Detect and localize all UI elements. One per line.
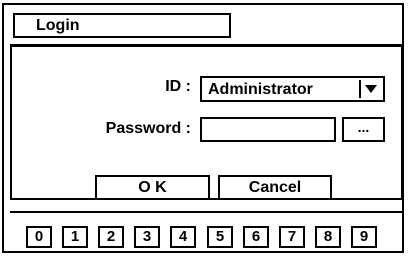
key-5[interactable]: 5 — [207, 226, 233, 248]
key-9[interactable]: 9 — [351, 226, 377, 248]
id-select-value: Administrator — [208, 81, 313, 98]
id-select[interactable]: Administrator — [200, 76, 385, 102]
key-1[interactable]: 1 — [62, 226, 88, 248]
key-4[interactable]: 4 — [170, 226, 196, 248]
cancel-button[interactable]: Cancel — [218, 175, 332, 200]
dialog-title: Login — [13, 13, 231, 38]
password-label: Password : — [105, 120, 191, 137]
password-keyboard-button[interactable]: ... — [342, 117, 385, 142]
key-2[interactable]: 2 — [98, 226, 124, 248]
chevron-down-icon — [365, 85, 377, 93]
key-7[interactable]: 7 — [279, 226, 305, 248]
ok-button[interactable]: O K — [95, 175, 210, 200]
key-8[interactable]: 8 — [315, 226, 341, 248]
password-input[interactable] — [200, 117, 336, 142]
key-3[interactable]: 3 — [134, 226, 160, 248]
numeric-keypad: 0 1 2 3 4 5 6 7 8 9 — [10, 211, 403, 252]
id-label: ID : — [165, 78, 191, 95]
key-6[interactable]: 6 — [243, 226, 269, 248]
id-dropdown-button[interactable] — [359, 80, 381, 98]
key-0[interactable]: 0 — [26, 226, 52, 248]
